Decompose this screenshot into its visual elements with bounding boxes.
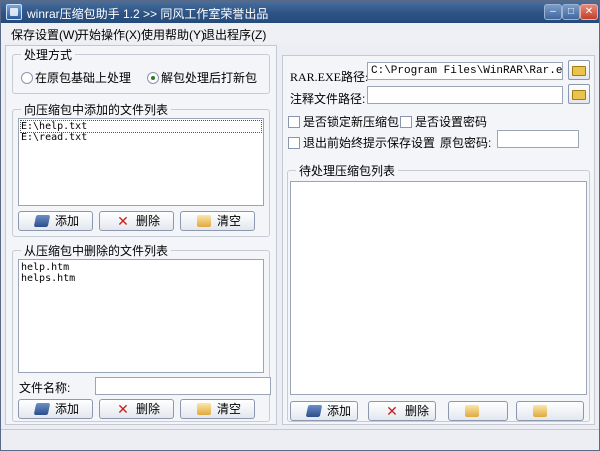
delete-button-label: 删除 xyxy=(136,214,161,228)
rar-path-input[interactable]: C:\Program Files\WinRAR\Rar.exe xyxy=(367,62,563,80)
pending-add-button[interactable]: 添加 xyxy=(290,401,358,421)
prompt-save-label: 退出前始终提示保存设置 xyxy=(303,136,436,150)
radio-in-place[interactable]: 在原包基础上处理 xyxy=(21,69,131,86)
mode-group: 处理方式 在原包基础上处理 解包处理后打新包 xyxy=(12,46,270,94)
list-item[interactable]: helps.htm xyxy=(21,273,261,284)
browse-rar-button[interactable] xyxy=(568,60,590,80)
add-files-group-title: 向压缩包中添加的文件列表 xyxy=(21,101,172,118)
left-panel: 处理方式 在原包基础上处理 解包处理后打新包 向压缩包中添加的文件列表 E:\h… xyxy=(5,45,277,425)
delete-files-group-title: 从压缩包中删除的文件列表 xyxy=(21,242,172,259)
folder-icon xyxy=(572,66,586,76)
pending-archives-list[interactable] xyxy=(290,181,587,395)
radio-repack[interactable]: 解包处理后打新包 xyxy=(147,69,257,86)
list-item[interactable]: help.htm xyxy=(21,262,261,273)
radio-in-place-indicator xyxy=(21,72,33,84)
delete-button-label: 删除 xyxy=(136,402,161,416)
clear-icon xyxy=(465,405,479,417)
clear-icon xyxy=(197,403,211,415)
main-window: winrar压缩包助手 1.2 >> 同风工作室荣誉出品 – □ ✕ 保存设置(… xyxy=(0,0,600,451)
pending-action-button[interactable] xyxy=(448,401,508,421)
settings-icon xyxy=(533,405,547,417)
menu-start-operation[interactable]: 开始操作(X) xyxy=(77,26,141,43)
menu-help[interactable]: 使用帮助(Y) xyxy=(141,26,205,43)
pending-group: 待处理压缩包列表 添加 ✕ 删除 xyxy=(287,162,590,422)
radio-in-place-label: 在原包基础上处理 xyxy=(35,71,132,85)
add-icon xyxy=(33,403,51,415)
delete-files-add-button[interactable]: 添加 xyxy=(18,399,93,419)
comment-path-input[interactable] xyxy=(367,86,563,104)
pending-group-title: 待处理压缩包列表 xyxy=(296,162,399,179)
lock-archive-checkbox[interactable]: 是否锁定新压缩包 xyxy=(288,113,399,130)
delete-files-clear-button[interactable]: 清空 xyxy=(180,399,255,419)
add-button-label: 添加 xyxy=(55,402,80,416)
status-bar xyxy=(1,429,599,450)
lock-archive-box xyxy=(288,116,300,128)
delete-files-delete-button[interactable]: ✕ 删除 xyxy=(99,399,174,419)
add-button-label: 添加 xyxy=(327,404,352,418)
add-files-add-button[interactable]: 添加 xyxy=(18,211,93,231)
clear-button-label: 清空 xyxy=(217,214,242,228)
menu-save-settings[interactable]: 保存设置(W) xyxy=(11,26,78,43)
list-item[interactable]: E:\read.txt xyxy=(21,132,261,143)
prompt-save-box xyxy=(288,137,300,149)
add-files-delete-button[interactable]: ✕ 删除 xyxy=(99,211,174,231)
list-item[interactable]: E:\help.txt xyxy=(20,120,262,133)
clear-icon xyxy=(197,215,211,227)
folder-icon xyxy=(572,90,586,100)
add-files-list[interactable]: E:\help.txt E:\read.txt xyxy=(18,118,264,206)
prompt-save-checkbox[interactable]: 退出前始终提示保存设置 xyxy=(288,134,435,151)
browse-comment-button[interactable] xyxy=(568,84,590,104)
mode-group-title: 处理方式 xyxy=(21,46,76,63)
delete-files-group: 从压缩包中删除的文件列表 help.htm helps.htm 文件名称: 添加… xyxy=(12,242,271,422)
add-button-label: 添加 xyxy=(55,214,80,228)
app-icon xyxy=(6,4,22,20)
set-password-box xyxy=(400,116,412,128)
add-files-group: 向压缩包中添加的文件列表 E:\help.txt E:\read.txt 添加 … xyxy=(12,101,270,237)
minimize-button[interactable]: – xyxy=(544,4,562,20)
clear-button-label: 清空 xyxy=(217,402,242,416)
filename-label: 文件名称: xyxy=(19,381,71,395)
close-button[interactable]: ✕ xyxy=(580,4,598,20)
add-icon xyxy=(33,215,51,227)
radio-repack-indicator xyxy=(147,72,159,84)
delete-files-list[interactable]: help.htm helps.htm xyxy=(18,259,264,373)
delete-icon: ✕ xyxy=(386,403,398,419)
rar-path-label: RAR.EXE路径: xyxy=(290,70,369,84)
orig-password-label: 原包密码: xyxy=(440,136,492,150)
lock-archive-label: 是否锁定新压缩包 xyxy=(303,115,400,129)
right-panel: RAR.EXE路径: C:\Program Files\WinRAR\Rar.e… xyxy=(282,55,595,425)
delete-icon: ✕ xyxy=(117,401,129,417)
window-title: winrar压缩包助手 1.2 >> 同风工作室荣誉出品 xyxy=(27,7,269,21)
menu-bar: 保存设置(W) 开始操作(X) 使用帮助(Y) 退出程序(Z) xyxy=(1,23,599,43)
title-bar[interactable]: winrar压缩包助手 1.2 >> 同风工作室荣誉出品 – □ ✕ xyxy=(1,1,599,23)
maximize-button[interactable]: □ xyxy=(562,4,580,20)
menu-exit[interactable]: 退出程序(Z) xyxy=(203,26,266,43)
pending-delete-button[interactable]: ✕ 删除 xyxy=(368,401,436,421)
delete-button-label: 删除 xyxy=(405,404,430,418)
comment-path-label: 注释文件路径: xyxy=(290,92,366,106)
set-password-label: 是否设置密码 xyxy=(415,115,488,129)
filename-input[interactable] xyxy=(95,377,271,395)
pending-extra-button[interactable] xyxy=(516,401,584,421)
delete-icon: ✕ xyxy=(117,213,129,229)
add-files-clear-button[interactable]: 清空 xyxy=(180,211,255,231)
set-password-checkbox[interactable]: 是否设置密码 xyxy=(400,113,487,130)
radio-repack-label: 解包处理后打新包 xyxy=(161,71,258,85)
orig-password-input[interactable] xyxy=(497,130,579,148)
add-icon xyxy=(305,405,323,417)
